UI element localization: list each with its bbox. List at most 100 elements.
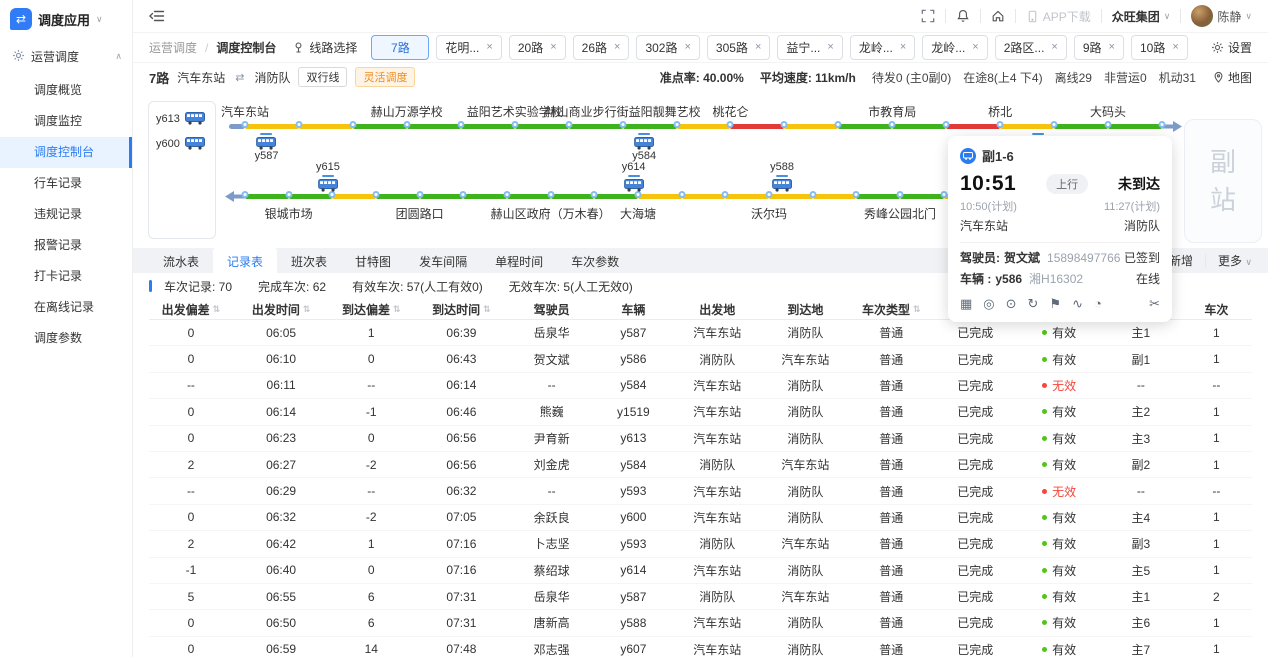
tab-发车间隔[interactable]: 发车间隔 [405, 248, 481, 273]
station-dot[interactable] [547, 191, 554, 198]
station-dot[interactable] [673, 121, 680, 128]
sort-icon[interactable]: ⇅ [303, 304, 311, 315]
sort-icon[interactable]: ⇅ [213, 304, 221, 315]
bidirectional-badge[interactable]: 双行线 [298, 67, 347, 87]
line-chip[interactable]: 20路× [509, 35, 566, 60]
bus-marker[interactable]: y588 [770, 161, 794, 192]
line-chip[interactable]: 9路× [1074, 35, 1124, 60]
station-dot[interactable] [943, 121, 950, 128]
table-row[interactable]: 006:05106:39岳泉华y587汽车东站消防队普通已完成有效主11 [149, 320, 1252, 346]
station-dot[interactable] [242, 121, 249, 128]
table-row[interactable]: 206:27-206:56刘金虎y584消防队汽车东站普通已完成有效副21 [149, 452, 1252, 478]
close-icon[interactable]: × [550, 42, 556, 53]
sort-icon[interactable]: ⇅ [913, 304, 921, 315]
line-chip[interactable]: 305路× [707, 35, 770, 60]
station-dot[interactable] [329, 191, 336, 198]
station-dot[interactable] [635, 191, 642, 198]
station-dot[interactable] [403, 121, 410, 128]
bus-marker[interactable]: y584 [632, 131, 656, 162]
org-switcher[interactable]: 众旺集团 ∨ [1112, 8, 1171, 25]
station-dot[interactable] [373, 191, 380, 198]
table-row[interactable]: --06:29--06:32--y593汽车东站消防队普通已完成无效---- [149, 478, 1252, 504]
station-dot[interactable] [460, 191, 467, 198]
line-chip[interactable]: 26路× [573, 35, 630, 60]
sidebar-item[interactable]: 打卡记录 [0, 261, 132, 292]
table-row[interactable]: 506:55607:31岳泉华y587消防队汽车东站普通已完成有效主12 [149, 584, 1252, 610]
monitor-icon[interactable]: ◎ [983, 296, 994, 312]
station-dot[interactable] [242, 191, 249, 198]
station-dot[interactable] [511, 121, 518, 128]
sidebar-item[interactable]: 调度概览 [0, 75, 132, 106]
sidebar-item[interactable]: 报警记录 [0, 230, 132, 261]
station-dot[interactable] [349, 121, 356, 128]
close-icon[interactable]: × [827, 42, 833, 53]
breadcrumb-parent[interactable]: 运营调度 [149, 39, 197, 56]
station-dot[interactable] [678, 191, 685, 198]
tab-单程时间[interactable]: 单程时间 [481, 248, 557, 273]
line-chip[interactable]: 龙岭...× [850, 35, 915, 60]
station-dot[interactable] [722, 191, 729, 198]
refresh-icon[interactable]: ↻ [1028, 296, 1039, 312]
station-dot[interactable] [457, 121, 464, 128]
settings-button[interactable]: 设置 [1211, 39, 1252, 56]
tab-记录表[interactable]: 记录表 [213, 248, 277, 273]
sidebar-item[interactable]: 调度参数 [0, 323, 132, 354]
table-row[interactable]: 206:42107:16卜志坚y593消防队汽车东站普通已完成有效副31 [149, 531, 1252, 557]
line-chip[interactable]: 10路× [1131, 35, 1188, 60]
bus-marker[interactable]: y614 [622, 161, 646, 192]
board-icon[interactable]: ▦ [960, 296, 972, 312]
line-chip[interactable]: 花明...× [436, 35, 501, 60]
more-button[interactable]: 更多 ∨ [1218, 252, 1252, 269]
table-row[interactable]: 006:50607:31唐新高y588汽车东站消防队普通已完成有效主61 [149, 610, 1252, 636]
home-icon[interactable] [991, 9, 1005, 23]
app-download-button[interactable]: APP下载 [1026, 8, 1091, 25]
sidebar-item[interactable]: 违规记录 [0, 199, 132, 230]
close-icon[interactable]: × [900, 42, 906, 53]
station-dot[interactable] [619, 121, 626, 128]
fullscreen-icon[interactable] [921, 9, 935, 23]
close-icon[interactable]: × [755, 42, 761, 53]
station-dot[interactable] [889, 121, 896, 128]
sidebar-collapse-icon[interactable] [149, 8, 165, 24]
station-dot[interactable] [835, 121, 842, 128]
line-chip[interactable]: 龙岭...× [922, 35, 987, 60]
tab-甘特图[interactable]: 甘特图 [341, 248, 405, 273]
station-dot[interactable] [285, 191, 292, 198]
map-button[interactable]: 地图 [1212, 69, 1252, 86]
close-icon[interactable]: × [486, 42, 492, 53]
sort-icon[interactable]: ⇅ [393, 304, 401, 315]
station-dot[interactable] [809, 191, 816, 198]
flag-icon[interactable]: ⚑ [1049, 296, 1061, 312]
table-row[interactable]: --06:11--06:14--y584汽车东站消防队普通已完成无效---- [149, 373, 1252, 399]
station-dot[interactable] [504, 191, 511, 198]
bell-icon[interactable] [956, 9, 970, 23]
sidebar-item[interactable]: 调度控制台 [0, 137, 132, 168]
table-row[interactable]: 006:32-207:05余跃良y600汽车东站消防队普通已完成有效主41 [149, 505, 1252, 531]
bus-marker[interactable]: y615 [316, 161, 340, 192]
station-dot[interactable] [565, 121, 572, 128]
table-row[interactable]: 006:14-106:46熊巍y1519汽车东站消防队普通已完成有效主21 [149, 399, 1252, 425]
route-icon[interactable]: ∿ [1072, 296, 1083, 312]
station-dot[interactable] [853, 191, 860, 198]
sidebar-section[interactable]: 运营调度 ∧ [0, 36, 132, 75]
station-dot[interactable] [727, 121, 734, 128]
station-dot[interactable] [997, 121, 1004, 128]
line-chip[interactable]: 2路区...× [995, 35, 1067, 60]
station-dot[interactable] [897, 191, 904, 198]
close-icon[interactable]: × [1172, 42, 1178, 53]
popup-tool[interactable]: ✂ [1149, 296, 1160, 312]
table-row[interactable]: 006:23006:56尹育新y613汽车东站消防队普通已完成有效主31 [149, 426, 1252, 452]
bus-marker[interactable]: y587 [255, 131, 279, 162]
table-row[interactable]: 006:591407:48邓志强y607汽车东站消防队普通已完成有效主71 [149, 637, 1252, 657]
sort-icon[interactable]: ⇅ [483, 304, 491, 315]
station-dot[interactable] [781, 121, 788, 128]
close-icon[interactable]: × [684, 42, 690, 53]
user-menu[interactable]: 陈静 ∨ [1191, 5, 1252, 27]
sidebar-item[interactable]: 调度监控 [0, 106, 132, 137]
record-icon[interactable]: ⊙ [1006, 296, 1017, 312]
station-dot[interactable] [766, 191, 773, 198]
tab-车次参数[interactable]: 车次参数 [557, 248, 633, 273]
station-dot[interactable] [295, 121, 302, 128]
line-chip[interactable]: 益宁...× [777, 35, 842, 60]
tab-流水表[interactable]: 流水表 [149, 248, 213, 273]
